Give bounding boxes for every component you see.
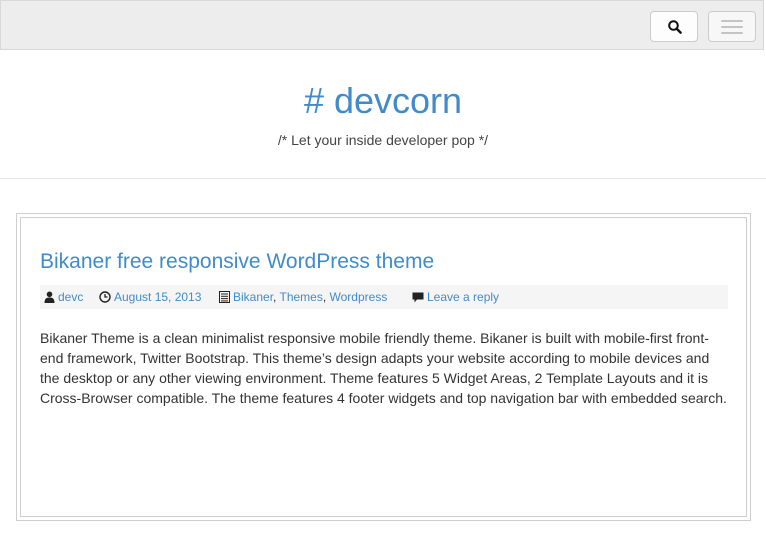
clock-icon bbox=[99, 291, 111, 303]
site-title[interactable]: # devcorn bbox=[0, 80, 766, 122]
user-icon bbox=[44, 291, 55, 303]
category-link[interactable]: Bikaner bbox=[233, 290, 273, 304]
date-link[interactable]: August 15, 2013 bbox=[114, 290, 201, 304]
meta-categories: Bikaner, Themes, Wordpress bbox=[219, 285, 387, 309]
post-meta: devc August 15, 2013 Bikaner, Themes, Wo… bbox=[40, 285, 728, 309]
site-tagline: /* Let your inside developer pop */ bbox=[277, 132, 489, 148]
search-button[interactable] bbox=[650, 11, 698, 42]
list-icon bbox=[219, 291, 230, 303]
meta-date: August 15, 2013 bbox=[99, 285, 201, 309]
leave-reply-link[interactable]: Leave a reply bbox=[427, 290, 499, 304]
hamburger-menu-icon bbox=[721, 20, 743, 22]
search-icon bbox=[668, 20, 682, 34]
hamburger-menu-icon-bar bbox=[721, 32, 743, 34]
category-link[interactable]: Wordpress bbox=[330, 290, 388, 304]
navbar-toggle-button[interactable] bbox=[708, 11, 756, 42]
meta-comments: Leave a reply bbox=[412, 285, 499, 309]
post-excerpt: Bikaner Theme is a clean minimalist resp… bbox=[40, 330, 727, 406]
category-link[interactable]: Themes bbox=[279, 290, 322, 304]
comment-icon bbox=[412, 292, 424, 303]
hamburger-menu-icon-bar bbox=[721, 26, 743, 28]
post-card-inner: Bikaner free responsive WordPress theme … bbox=[20, 217, 747, 517]
post-title-link[interactable]: Bikaner free responsive WordPress theme bbox=[40, 249, 434, 275]
post-card: Bikaner free responsive WordPress theme … bbox=[16, 213, 751, 521]
meta-author: devc bbox=[44, 285, 83, 309]
author-link[interactable]: devc bbox=[58, 290, 83, 304]
top-navbar bbox=[0, 0, 764, 50]
site-header: # devcorn /* Let your inside developer p… bbox=[0, 50, 766, 179]
